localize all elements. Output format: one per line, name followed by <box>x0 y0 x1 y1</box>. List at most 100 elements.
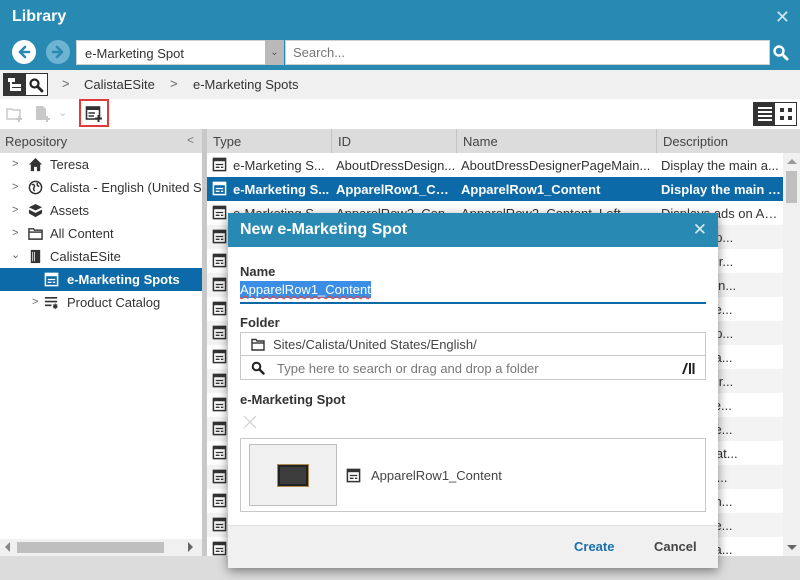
tree-item-label: All Content <box>50 226 114 241</box>
search-button[interactable] <box>772 44 790 62</box>
tree-item-product-catalog[interactable]: > Product Catalog <box>0 291 202 314</box>
tree-item-e-marketing-spots[interactable]: e-Marketing Spots <box>0 268 202 291</box>
forward-button[interactable] <box>46 40 70 64</box>
close-icon[interactable]: ✕ <box>693 220 707 240</box>
cell-name: ApparelRow1_Content <box>461 182 601 197</box>
close-icon[interactable]: ✕ <box>775 8 790 26</box>
site-globe-icon <box>28 180 43 195</box>
dialog-header: New e-Marketing Spot ✕ <box>228 213 718 247</box>
scroll-up-arrow-icon[interactable] <box>787 159 797 164</box>
marketing-spot-icon <box>212 157 227 172</box>
toolbar: ⌄ <box>0 99 800 129</box>
grid-header: Type ID Name Description <box>207 129 800 153</box>
breadcrumb-separator: > <box>62 76 70 91</box>
chevron-right-icon[interactable]: > <box>12 158 18 170</box>
tree-item-calista-english[interactable]: > Calista - English (United States) <box>0 176 202 199</box>
marketing-spot-icon <box>212 469 227 484</box>
highlight-frame <box>79 99 109 127</box>
back-button[interactable] <box>12 40 36 64</box>
tree-item-teresa[interactable]: > Teresa <box>0 153 202 176</box>
scrollbar-thumb[interactable] <box>786 171 797 203</box>
library-browse-icon[interactable] <box>681 362 695 375</box>
folder-search-placeholder[interactable]: Type here to search or drag and drop a f… <box>277 361 539 376</box>
list-view-button[interactable] <box>754 103 776 125</box>
new-content-button[interactable] <box>34 105 52 123</box>
chevron-down-icon: ⌄ <box>58 107 68 119</box>
marketing-spot-icon <box>212 517 227 532</box>
search-bar: e-Marketing Spot ⌄ <box>0 36 800 70</box>
screen-preview-icon <box>277 463 309 487</box>
grid-vertical-scrollbar[interactable] <box>783 153 800 556</box>
breadcrumb-item[interactable]: CalistaESite <box>84 77 155 92</box>
tree-item-all-content[interactable]: > All Content <box>0 222 202 245</box>
table-row[interactable]: e-Marketing S... ApparelRow1_Con... Appare… <box>207 177 783 201</box>
breadcrumb-item[interactable]: e-Marketing Spots <box>193 77 299 92</box>
thumbnail-view-button[interactable] <box>775 103 796 125</box>
tree-item-calistaesite[interactable]: ⌄ CalistaESite <box>0 245 202 268</box>
sidebar-horizontal-scrollbar[interactable] <box>0 539 202 556</box>
arrow-right-icon <box>51 45 64 59</box>
folder-icon <box>251 338 265 351</box>
collapse-sidebar-button[interactable]: < <box>187 133 194 147</box>
thumbnail-view-icon <box>779 108 792 120</box>
search-icon <box>29 77 44 92</box>
column-header-id[interactable]: ID <box>332 129 457 153</box>
repository-sidebar: Repository < > Teresa > Calista - Englis… <box>0 129 202 556</box>
marketing-spot-icon <box>212 325 227 340</box>
sidebar-title: Repository <box>5 134 68 149</box>
search-icon <box>251 361 265 375</box>
chevron-right-icon[interactable]: > <box>12 204 18 216</box>
type-filter-dropdown-button[interactable]: ⌄ <box>265 40 284 65</box>
folder-field: Sites/Calista/United States/English/ Typ… <box>240 332 706 380</box>
spot-thumbnail[interactable] <box>249 444 337 506</box>
tree-item-label: Teresa <box>50 157 90 172</box>
cell-description: Display the main a... <box>661 158 779 173</box>
marketing-spot-icon <box>212 445 227 460</box>
list-view-icon <box>757 107 772 121</box>
name-field[interactable]: ApparelRow1_Content <box>240 281 706 304</box>
new-content-dropdown[interactable]: ⌄ <box>58 106 76 124</box>
marketing-spot-icon <box>44 272 59 287</box>
spot-link-label[interactable]: ApparelRow1_Content <box>371 468 502 483</box>
search-mode-button[interactable] <box>25 74 47 95</box>
scroll-right-arrow-icon[interactable] <box>188 542 193 552</box>
tree-item-label: e-Marketing Spots <box>67 272 180 287</box>
tree-item-assets[interactable]: > Assets <box>0 199 202 222</box>
folder-search-row[interactable]: Type here to search or drag and drop a f… <box>241 357 705 380</box>
catalog-icon <box>44 296 58 310</box>
breadcrumb-bar: > CalistaESite > e-Marketing Spots <box>0 70 800 99</box>
folder-icon <box>28 228 43 240</box>
scroll-left-arrow-icon[interactable] <box>5 542 10 552</box>
chevron-down-icon: ⌄ <box>270 47 279 58</box>
new-folder-button[interactable] <box>6 105 24 123</box>
column-header-type[interactable]: Type <box>207 129 332 153</box>
tree-view-button[interactable] <box>4 74 26 95</box>
title-bar: Library ✕ <box>0 0 800 36</box>
spot-link-field: ApparelRow1_Content <box>240 438 706 512</box>
scroll-down-arrow-icon[interactable] <box>787 545 797 550</box>
cell-id: AboutDressDesign... <box>336 158 456 173</box>
new-marketing-spot-dialog: New e-Marketing Spot ✕ Name ApparelRow1_… <box>228 213 718 568</box>
home-icon <box>28 157 43 172</box>
clear-icon[interactable] <box>243 415 257 429</box>
chevron-right-icon[interactable]: > <box>32 296 38 308</box>
column-header-name[interactable]: Name <box>457 129 657 153</box>
table-row[interactable]: e-Marketing S... AboutDressDesign... About… <box>207 153 783 177</box>
cancel-button[interactable]: Cancel <box>654 539 697 554</box>
column-header-description[interactable]: Description <box>657 129 800 153</box>
search-input[interactable] <box>285 40 770 65</box>
tree-icon <box>7 77 21 91</box>
cell-type: e-Marketing S... <box>233 158 325 173</box>
create-button[interactable]: Create <box>574 539 614 554</box>
chevron-right-icon[interactable]: > <box>12 181 18 193</box>
scrollbar-thumb[interactable] <box>17 542 164 553</box>
chevron-right-icon[interactable]: > <box>12 227 18 239</box>
chevron-down-icon[interactable]: ⌄ <box>11 248 20 261</box>
marketing-spot-icon <box>212 181 227 196</box>
folder-selected-row[interactable]: Sites/Calista/United States/English/ <box>241 333 705 356</box>
marketing-spot-icon <box>212 373 227 388</box>
dialog-title: New e-Marketing Spot <box>240 221 408 238</box>
marketing-spot-icon <box>212 397 227 412</box>
cell-id: ApparelRow1_Con... <box>336 182 456 197</box>
type-filter-select[interactable]: e-Marketing Spot <box>76 40 266 65</box>
